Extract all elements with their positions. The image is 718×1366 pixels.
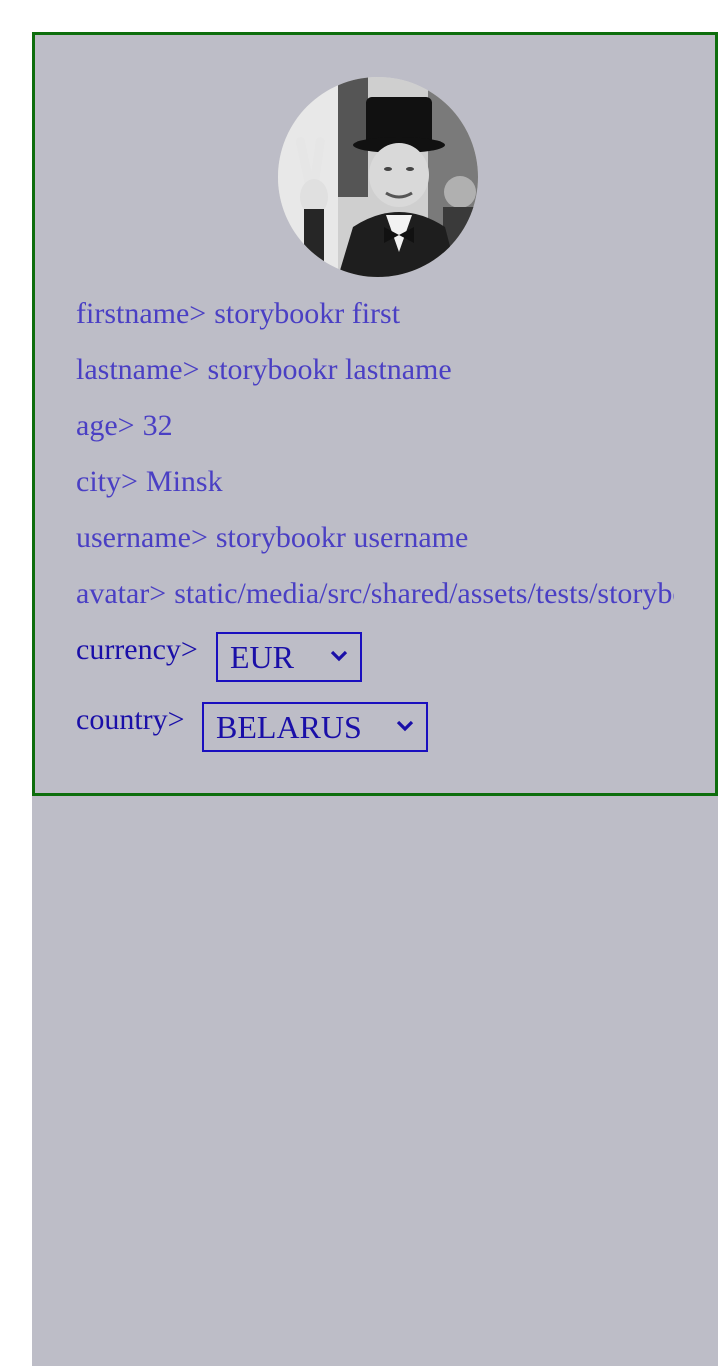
field-city-label: city> — [76, 465, 138, 498]
profile-card: firstname> storybookr first lastname> stor… — [32, 32, 718, 796]
field-city: city> Minsk — [76, 465, 223, 499]
field-lastname-value: storybookr lastname — [207, 353, 452, 386]
currency-select[interactable]: EUR — [216, 632, 362, 682]
field-username: username> storybookr username — [76, 521, 468, 555]
field-age-label: age> — [76, 409, 135, 442]
field-username-value: storybookr username — [215, 521, 469, 554]
field-age: age> 32 — [76, 409, 173, 443]
field-firstname-value: storybookr first — [214, 297, 401, 330]
field-firstname-label: firstname> — [76, 297, 207, 330]
currency-label: currency> — [76, 633, 198, 666]
avatar — [278, 77, 478, 277]
portrait-photo-icon — [278, 77, 478, 277]
field-firstname: firstname> storybookr first — [76, 297, 400, 331]
field-lastname-label: lastname> — [76, 353, 200, 386]
currency-select-value: EUR — [230, 639, 294, 675]
field-avatar-value: static/media/src/shared/assets/tests/sto… — [174, 577, 674, 610]
chevron-down-icon — [396, 720, 414, 732]
field-avatar: avatar> static/media/src/shared/assets/te… — [76, 577, 674, 611]
country-select[interactable]: BELARUS — [202, 702, 428, 752]
country-select-value: BELARUS — [216, 709, 362, 745]
field-age-value: 32 — [142, 409, 173, 442]
field-lastname: lastname> storybookr lastname — [76, 353, 452, 387]
field-avatar-label: avatar> — [76, 577, 167, 610]
field-username-label: username> — [76, 521, 208, 554]
field-city-value: Minsk — [145, 465, 223, 498]
chevron-down-icon — [330, 650, 348, 662]
country-label: country> — [76, 703, 185, 736]
